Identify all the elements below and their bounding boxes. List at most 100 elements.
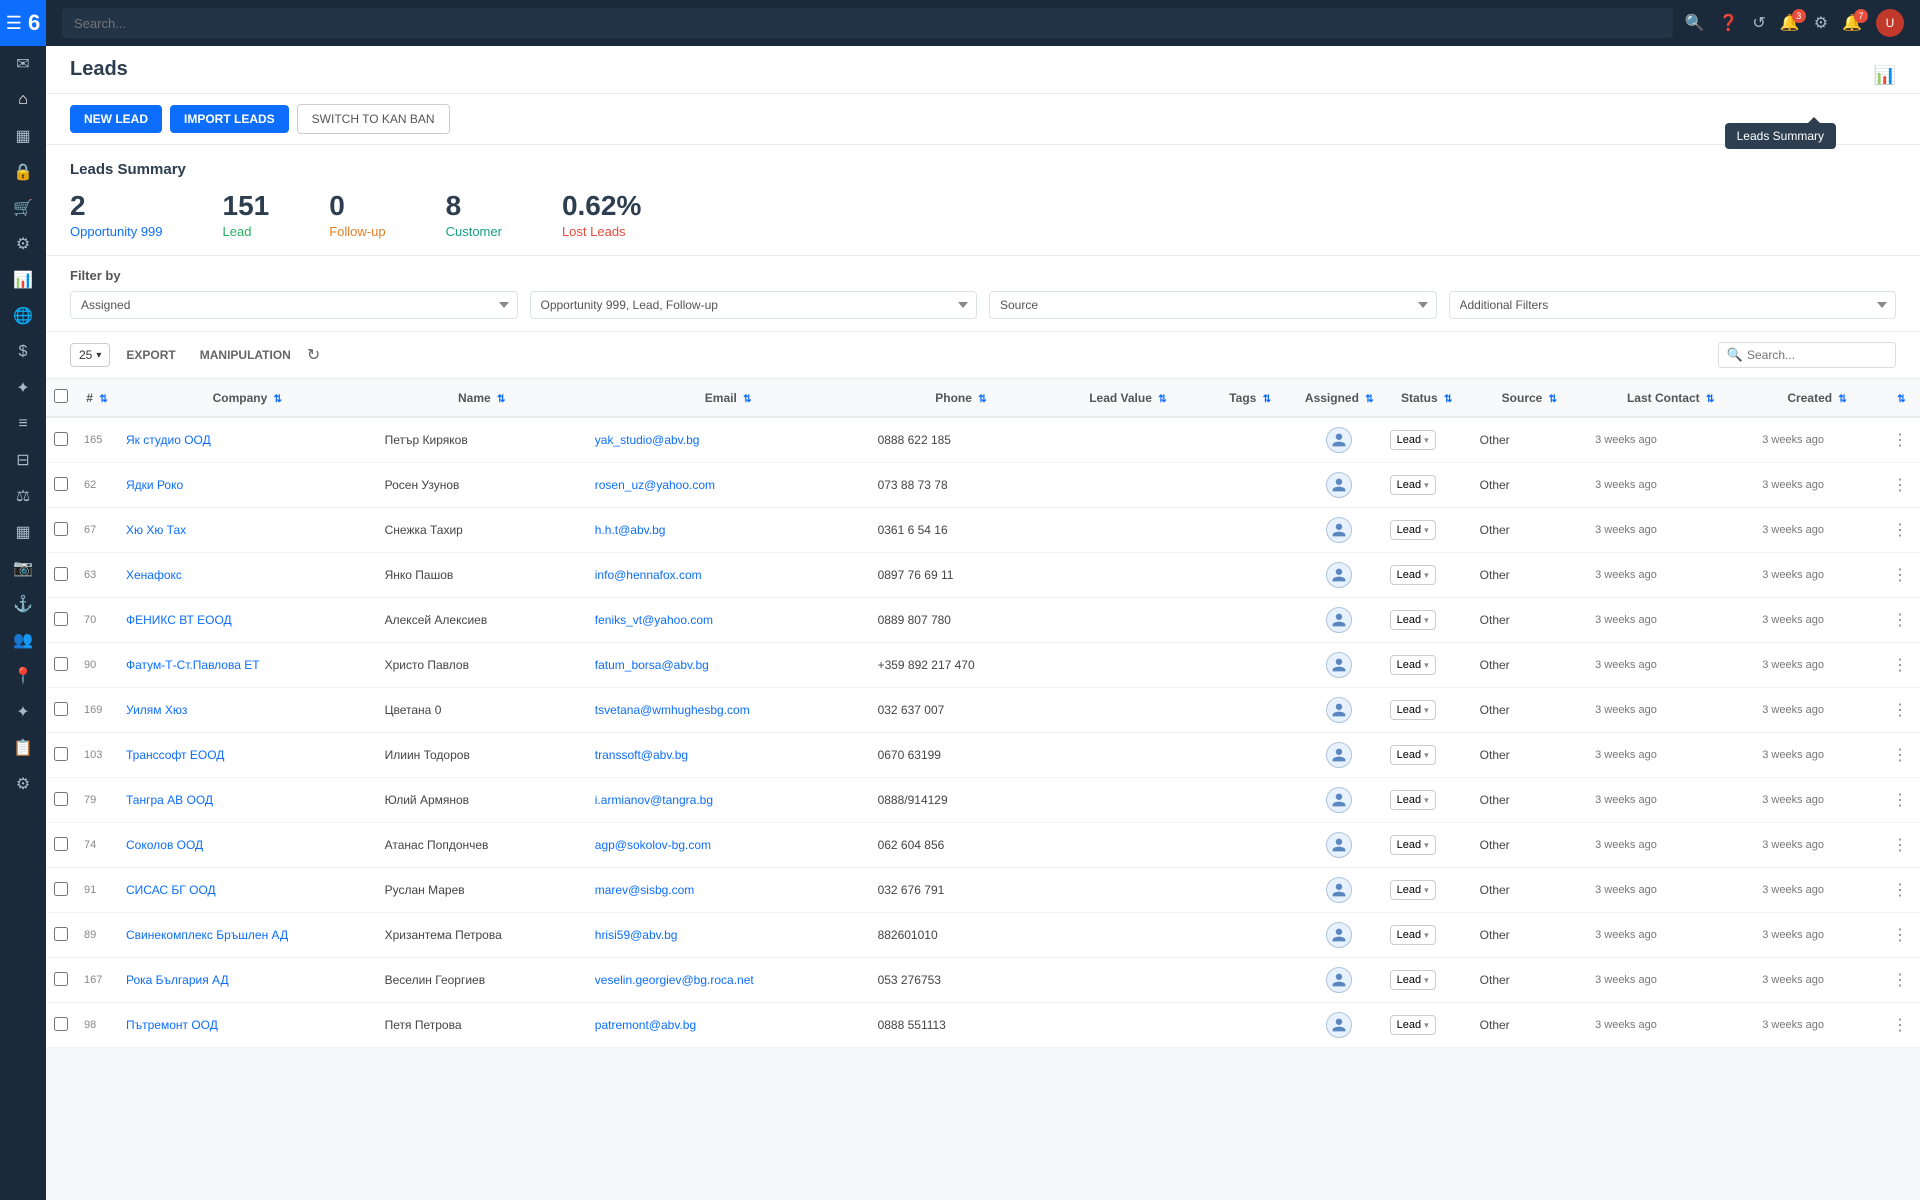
user-avatar[interactable]: U — [1876, 9, 1904, 37]
sidebar-item-chart[interactable]: 📊 — [0, 262, 46, 298]
header-name[interactable]: Name ⇅ — [377, 379, 587, 417]
row-status[interactable]: Lead ▾ — [1382, 778, 1472, 823]
assigned-filter[interactable]: Assigned — [70, 291, 518, 319]
status-dropdown[interactable]: Lead ▾ — [1390, 970, 1436, 990]
row-company[interactable]: СИСАС БГ ООД — [118, 868, 377, 913]
status-dropdown[interactable]: Lead ▾ — [1390, 610, 1436, 630]
row-company[interactable]: Тангра АВ ООД — [118, 778, 377, 823]
status-dropdown[interactable]: Lead ▾ — [1390, 565, 1436, 585]
row-status[interactable]: Lead ▾ — [1382, 688, 1472, 733]
row-actions[interactable]: ⋮ — [1880, 463, 1920, 508]
row-actions[interactable]: ⋮ — [1880, 733, 1920, 778]
row-name[interactable]: Илиин Тодоров — [377, 733, 587, 778]
row-status[interactable]: Lead ▾ — [1382, 598, 1472, 643]
history-icon[interactable]: ↺ — [1752, 13, 1765, 33]
select-all-checkbox[interactable] — [54, 389, 68, 403]
row-menu-button[interactable]: ⋮ — [1888, 833, 1912, 857]
sidebar-item-cart[interactable]: 🛒 — [0, 190, 46, 226]
row-company[interactable]: Як студио ООД — [118, 417, 377, 463]
row-status[interactable]: Lead ▾ — [1382, 733, 1472, 778]
row-email[interactable]: marev@sisbg.com — [587, 868, 870, 913]
row-name[interactable]: Цветана 0 — [377, 688, 587, 733]
row-menu-button[interactable]: ⋮ — [1888, 923, 1912, 947]
manipulation-button[interactable]: MANIPULATION — [192, 344, 299, 366]
followup-label[interactable]: Follow-up — [329, 224, 385, 239]
row-checkbox[interactable] — [46, 868, 76, 913]
header-company[interactable]: Company ⇅ — [118, 379, 377, 417]
row-status[interactable]: Lead ▾ — [1382, 913, 1472, 958]
row-company[interactable]: Уилям Хюз — [118, 688, 377, 733]
sidebar-item-balance[interactable]: ⚖ — [0, 478, 46, 514]
row-status[interactable]: Lead ▾ — [1382, 958, 1472, 1003]
status-dropdown[interactable]: Lead ▾ — [1390, 925, 1436, 945]
status-dropdown[interactable]: Lead ▾ — [1390, 475, 1436, 495]
row-status[interactable]: Lead ▾ — [1382, 417, 1472, 463]
sidebar-item-settings[interactable]: ⚙ — [0, 226, 46, 262]
row-menu-button[interactable]: ⋮ — [1888, 608, 1912, 632]
row-checkbox[interactable] — [46, 1003, 76, 1048]
row-checkbox[interactable] — [46, 553, 76, 598]
menu-icon[interactable]: ☰ — [6, 13, 22, 34]
row-menu-button[interactable]: ⋮ — [1888, 743, 1912, 767]
header-email[interactable]: Email ⇅ — [587, 379, 870, 417]
row-checkbox[interactable] — [46, 958, 76, 1003]
row-company[interactable]: Соколов ООД — [118, 823, 377, 868]
row-assigned[interactable] — [1297, 417, 1382, 463]
header-created[interactable]: Created ⇅ — [1754, 379, 1880, 417]
row-name[interactable]: Снежка Тахир — [377, 508, 587, 553]
sidebar-item-report[interactable]: 📋 — [0, 730, 46, 766]
row-company[interactable]: Фатум-Т-Ст.Павлова ЕТ — [118, 643, 377, 688]
row-name[interactable]: Руслан Марев — [377, 868, 587, 913]
row-company[interactable]: Рока България АД — [118, 958, 377, 1003]
row-assigned[interactable] — [1297, 778, 1382, 823]
header-tags[interactable]: Tags ⇅ — [1203, 379, 1297, 417]
row-email[interactable]: feniks_vt@yahoo.com — [587, 598, 870, 643]
leads-summary-icon[interactable]: 📊 — [1874, 65, 1896, 85]
sidebar-item-gear2[interactable]: ⚙ — [0, 766, 46, 802]
row-company[interactable]: Ядки Роко — [118, 463, 377, 508]
row-email[interactable]: tsvetana@wmhughesbg.com — [587, 688, 870, 733]
row-menu-button[interactable]: ⋮ — [1888, 563, 1912, 587]
status-dropdown[interactable]: Lead ▾ — [1390, 520, 1436, 540]
row-actions[interactable]: ⋮ — [1880, 1003, 1920, 1048]
row-company[interactable]: Пътремонт ООД — [118, 1003, 377, 1048]
row-checkbox[interactable] — [46, 463, 76, 508]
row-checkbox[interactable] — [46, 643, 76, 688]
row-name[interactable]: Атанас Попдончев — [377, 823, 587, 868]
import-leads-button[interactable]: IMPORT LEADS — [170, 105, 289, 133]
status-dropdown[interactable]: Lead ▾ — [1390, 790, 1436, 810]
row-name[interactable]: Петър Киряков — [377, 417, 587, 463]
row-checkbox[interactable] — [46, 417, 76, 463]
sidebar-item-calendar[interactable]: ▦ — [0, 118, 46, 154]
export-button[interactable]: EXPORT — [118, 344, 183, 366]
row-name[interactable]: Юлий Армянов — [377, 778, 587, 823]
row-actions[interactable]: ⋮ — [1880, 688, 1920, 733]
row-checkbox[interactable] — [46, 688, 76, 733]
row-assigned[interactable] — [1297, 868, 1382, 913]
additional-filter[interactable]: Additional Filters — [1449, 291, 1897, 319]
sidebar-logo-area[interactable]: ☰ 6 — [0, 0, 46, 46]
row-actions[interactable]: ⋮ — [1880, 778, 1920, 823]
status-dropdown[interactable]: Lead ▾ — [1390, 835, 1436, 855]
header-phone[interactable]: Phone ⇅ — [870, 379, 1053, 417]
header-last-contact[interactable]: Last Contact ⇅ — [1587, 379, 1754, 417]
header-status[interactable]: Status ⇅ — [1382, 379, 1472, 417]
row-email[interactable]: fatum_borsa@abv.bg — [587, 643, 870, 688]
sidebar-item-anchor[interactable]: ⚓ — [0, 586, 46, 622]
sidebar-item-network[interactable]: ✦ — [0, 694, 46, 730]
status-filter[interactable]: Opportunity 999, Lead, Follow-up — [530, 291, 978, 319]
header-lead-value[interactable]: Lead Value ⇅ — [1052, 379, 1203, 417]
row-company[interactable]: Хю Хю Тах — [118, 508, 377, 553]
alert-badge[interactable]: 🔔 7 — [1842, 13, 1862, 33]
row-assigned[interactable] — [1297, 643, 1382, 688]
row-email[interactable]: i.armianov@tangra.bg — [587, 778, 870, 823]
row-menu-button[interactable]: ⋮ — [1888, 473, 1912, 497]
row-menu-button[interactable]: ⋮ — [1888, 1013, 1912, 1037]
topbar-search-input[interactable] — [62, 8, 1673, 38]
status-dropdown[interactable]: Lead ▾ — [1390, 880, 1436, 900]
notification-badge[interactable]: 🔔 3 — [1780, 13, 1800, 33]
row-status[interactable]: Lead ▾ — [1382, 508, 1472, 553]
row-status[interactable]: Lead ▾ — [1382, 868, 1472, 913]
source-filter[interactable]: Source — [989, 291, 1437, 319]
row-assigned[interactable] — [1297, 508, 1382, 553]
